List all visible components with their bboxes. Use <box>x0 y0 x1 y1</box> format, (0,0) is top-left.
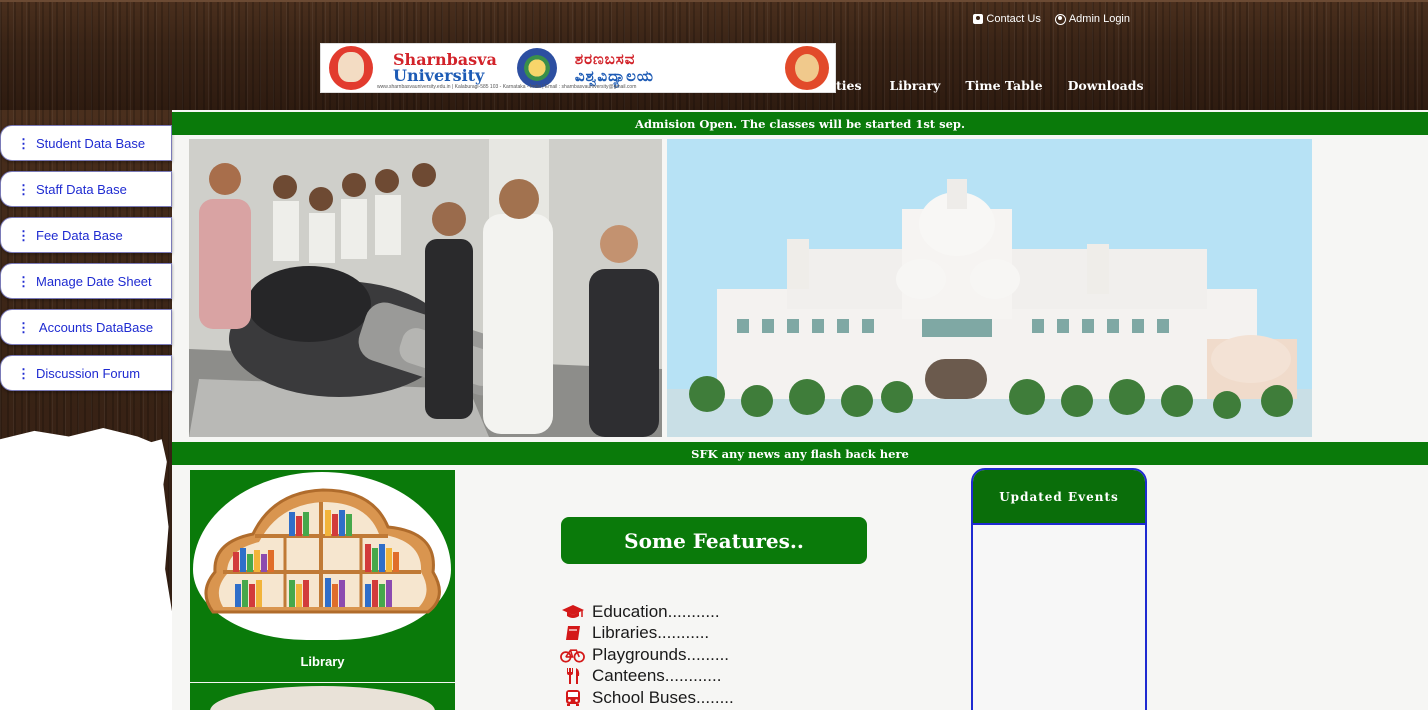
news-flash-text: SFK any news any flash back here <box>691 446 909 461</box>
logo-kannada-text: ಶರಣಬಸವ ವಿಶ್ವವಿದ್ಯಾಲಯ <box>575 51 654 85</box>
sidebar-item-label: Manage Date Sheet <box>36 273 152 289</box>
features-list: Education........... Libraries..........… <box>560 601 734 709</box>
top-links: Contact Us Admin Login <box>973 13 1130 25</box>
utensils-icon <box>560 667 585 685</box>
feature-label: Libraries........... <box>592 623 710 643</box>
vertical-dots-icon: ⋮ <box>17 273 30 289</box>
nav-item-library[interactable]: Library <box>890 78 941 93</box>
sidebar-item-label: Accounts DataBase <box>36 319 154 335</box>
logo-english-text: Sharnbasva University <box>393 52 497 84</box>
sidebar-item-manage-date-sheet[interactable]: ⋮ Manage Date Sheet <box>0 263 172 299</box>
admission-banner: Admision Open. The classes will be start… <box>172 112 1428 135</box>
nav-item-downloads[interactable]: Downloads <box>1068 78 1144 93</box>
feature-item-canteens: Canteens............ <box>560 666 734 688</box>
hero-image-university-building <box>667 139 1312 437</box>
updated-events-panel: Updated Events <box>971 468 1147 710</box>
contact-icon <box>973 14 984 24</box>
bicycle-icon <box>560 646 585 664</box>
vertical-dots-icon: ⋮ <box>17 319 30 335</box>
sidebar-item-label: Student Data Base <box>36 135 146 151</box>
library-card[interactable]: Library <box>190 470 455 682</box>
sidebar-item-fee-data-base[interactable]: ⋮ Fee Data Base <box>0 217 172 253</box>
founder-portrait-icon <box>329 46 373 90</box>
nav-item-partial[interactable]: ties <box>836 78 862 93</box>
logo-kannada-line1: ಶರಣಬಸವ <box>574 51 636 68</box>
sidebar-item-discussion-forum[interactable]: ⋮ Discussion Forum <box>0 355 172 391</box>
book-icon <box>560 624 585 642</box>
feature-item-libraries: Libraries........... <box>560 623 734 645</box>
logo-english-line2: University <box>393 66 485 85</box>
sidebar-item-label: Discussion Forum <box>36 365 141 381</box>
feature-label: Education........... <box>592 601 720 621</box>
contact-us-link[interactable]: Contact Us <box>973 13 1041 25</box>
sidebar: ⋮ Student Data Base ⋮ Staff Data Base ⋮ … <box>0 110 172 710</box>
library-caption: Library <box>300 654 345 669</box>
university-seal-icon <box>516 48 557 88</box>
site-header: Contact Us Admin Login Sharnbasva Univer… <box>0 0 1428 110</box>
sidebar-item-label: Staff Data Base <box>36 181 127 197</box>
updated-events-title: Updated Events <box>973 470 1145 525</box>
activity-card-image <box>210 686 435 710</box>
sidebar-torn-paper <box>0 428 172 710</box>
graduation-cap-icon <box>560 603 585 621</box>
user-circle-icon <box>1054 13 1066 25</box>
feature-label: School Buses........ <box>592 687 734 707</box>
admin-login-label: Admin Login <box>1068 13 1130 25</box>
hero-image-engine-demo <box>189 139 662 437</box>
university-logo[interactable]: Sharnbasva University ಶರಣಬಸವ ವಿಶ್ವವಿದ್ಯಾ… <box>320 43 836 93</box>
feature-label: Canteens............ <box>592 666 722 686</box>
vertical-dots-icon: ⋮ <box>17 365 30 381</box>
news-flash-banner: SFK any news any flash back here <box>172 442 1428 465</box>
main-nav: ties Library Time Table Downloads <box>836 78 1169 93</box>
features-title: Some Features.. <box>561 517 867 564</box>
bus-icon <box>560 689 585 707</box>
guru-portrait-icon <box>785 46 829 90</box>
library-cloud-image <box>193 472 451 640</box>
sidebar-item-staff-data-base[interactable]: ⋮ Staff Data Base <box>0 171 172 207</box>
admission-banner-text: Admision Open. The classes will be start… <box>635 116 965 131</box>
vertical-dots-icon: ⋮ <box>17 227 30 243</box>
feature-item-school-buses: School Buses........ <box>560 687 734 709</box>
vertical-dots-icon: ⋮ <box>17 181 30 197</box>
sidebar-item-label: Fee Data Base <box>36 227 123 243</box>
bookshelf-illustration <box>204 488 441 614</box>
vertical-dots-icon: ⋮ <box>17 135 30 151</box>
admin-login-link[interactable]: Admin Login <box>1054 13 1130 25</box>
sidebar-item-student-data-base[interactable]: ⋮ Student Data Base <box>0 125 172 161</box>
engine-demo-illustration <box>189 139 662 437</box>
nav-item-time-table[interactable]: Time Table <box>965 78 1042 93</box>
activity-card[interactable] <box>190 683 455 710</box>
feature-item-education: Education........... <box>560 601 734 623</box>
feature-label: Playgrounds......... <box>592 644 730 664</box>
contact-us-label: Contact Us <box>986 13 1041 25</box>
university-building-illustration <box>667 139 1312 437</box>
logo-footer-text: www.sharnbasvauniversity.edu.in | Kalabu… <box>377 84 637 90</box>
logo-kannada-line2: ವಿಶ್ವವಿದ್ಯಾಲಯ <box>574 68 654 85</box>
feature-item-playgrounds: Playgrounds......... <box>560 644 734 666</box>
sidebar-item-accounts-database[interactable]: ⋮ Accounts DataBase <box>0 309 172 345</box>
